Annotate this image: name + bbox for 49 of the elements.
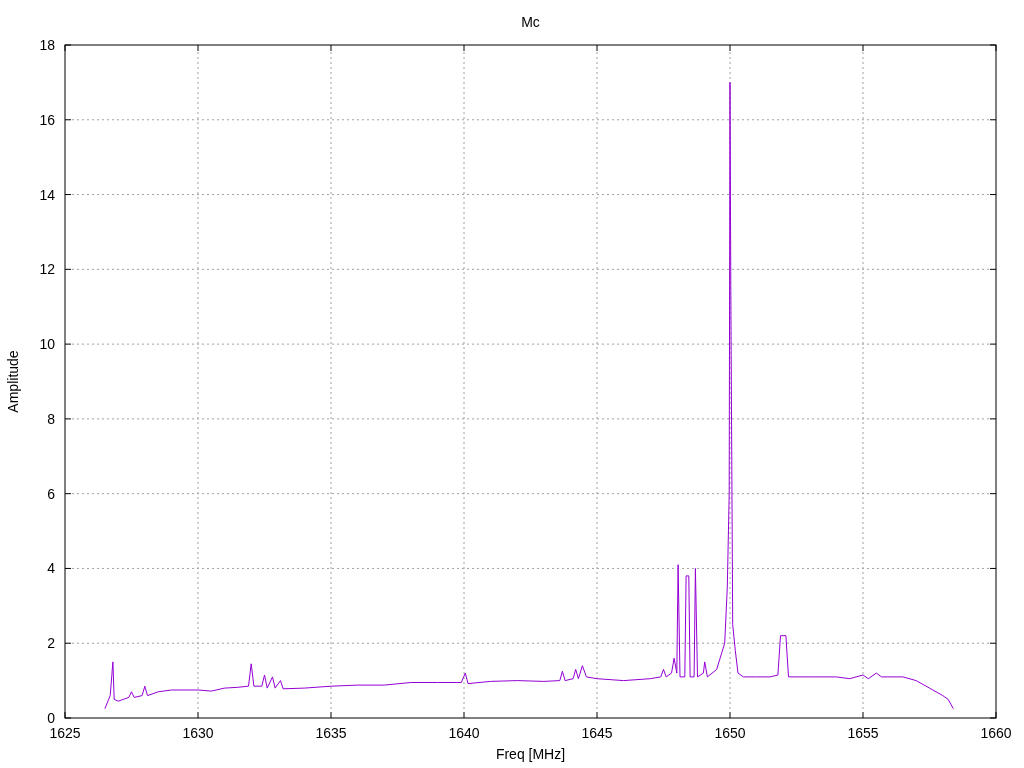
tick-mark	[989, 642, 997, 644]
tick-mark	[729, 711, 731, 719]
tick-mark	[64, 268, 72, 270]
tick-mark	[197, 711, 199, 719]
x-tick-label: 1650	[714, 725, 746, 741]
x-tick-label: 1640	[448, 725, 480, 741]
tick-mark	[989, 268, 997, 270]
tick-mark	[596, 711, 598, 719]
tick-mark	[729, 44, 731, 52]
tick-mark	[463, 711, 465, 719]
tick-mark	[330, 44, 332, 52]
tick-mark	[989, 343, 997, 345]
x-axis-label: Freq [MHz]	[495, 746, 566, 762]
tick-mark	[989, 119, 997, 121]
x-tick-label: 1645	[581, 725, 613, 741]
tick-mark	[64, 418, 72, 420]
chart-title: Mc	[521, 14, 540, 30]
tick-mark	[862, 44, 864, 52]
tick-mark	[989, 493, 997, 495]
tick-mark	[197, 44, 199, 52]
x-tick-label: 1655	[847, 725, 879, 741]
y-axis-label: Amplitude	[5, 350, 21, 413]
y-tick-label: 2	[47, 635, 55, 652]
tick-mark	[989, 567, 997, 569]
y-tick-label: 0	[47, 710, 55, 726]
tick-mark	[64, 493, 72, 495]
tick-mark	[989, 194, 997, 196]
tick-mark	[64, 119, 72, 121]
tick-mark	[596, 44, 598, 52]
tick-mark	[64, 642, 72, 644]
tick-mark	[989, 418, 997, 420]
tick-mark	[463, 44, 465, 52]
y-tick-label: 6	[47, 485, 55, 502]
x-tick-label: 1630	[182, 725, 214, 741]
y-tick-label: 14	[39, 186, 55, 203]
y-tick-label: 10	[39, 336, 55, 353]
tick-mark	[330, 711, 332, 719]
tick-mark	[64, 343, 72, 345]
tick-mark	[64, 194, 72, 196]
x-tick-label: 1625	[49, 725, 81, 741]
y-tick-label: 16	[39, 111, 55, 128]
x-tick-label: 1660	[980, 725, 1012, 741]
tick-mark	[64, 567, 72, 569]
y-tick-label: 4	[47, 560, 55, 577]
y-tick-label: 12	[39, 261, 55, 278]
x-tick-label: 1635	[315, 725, 347, 741]
y-tick-label: 18	[39, 37, 55, 53]
tick-mark	[862, 711, 864, 719]
y-tick-label: 8	[47, 410, 55, 427]
